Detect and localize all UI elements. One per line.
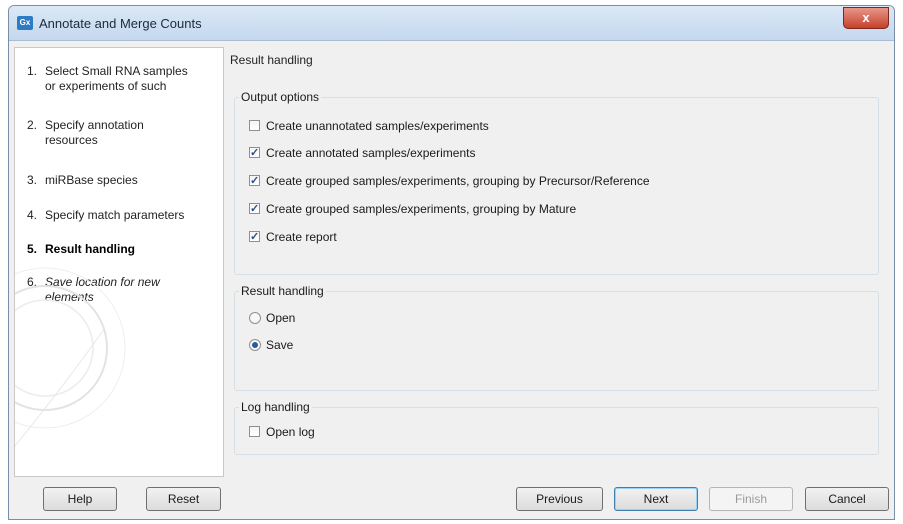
checkbox[interactable] bbox=[249, 145, 260, 161]
close-button[interactable]: x bbox=[843, 7, 889, 29]
previous-button[interactable]: Previous bbox=[516, 487, 603, 511]
step-number: 1. bbox=[27, 64, 38, 78]
group-title: Result handling bbox=[239, 284, 326, 298]
step-number: 5. bbox=[27, 242, 38, 256]
step-label: Select Small RNA samples or experiments … bbox=[45, 64, 188, 93]
wizard-steps-panel: 1. Select Small RNA samples or experimen… bbox=[14, 47, 224, 477]
page-title: Result handling bbox=[230, 53, 313, 67]
step-label: Result handling bbox=[45, 242, 135, 256]
checkbox[interactable] bbox=[249, 229, 260, 245]
title-bar[interactable]: Gx Annotate and Merge Counts x bbox=[9, 6, 894, 41]
checkbox[interactable] bbox=[249, 120, 260, 131]
checkbox[interactable] bbox=[249, 201, 260, 217]
option-label: Save bbox=[266, 338, 294, 352]
option-label: Open bbox=[266, 311, 296, 325]
group-title: Output options bbox=[239, 90, 322, 104]
option-label: Create grouped samples/experiments, grou… bbox=[266, 174, 650, 188]
radio-button[interactable] bbox=[249, 339, 261, 351]
checkbox[interactable] bbox=[249, 426, 260, 437]
step-label: Specify annotation resources bbox=[45, 118, 144, 147]
step-label: Specify match parameters bbox=[45, 208, 185, 222]
next-button[interactable]: Next bbox=[614, 487, 698, 511]
result-handling-group: Result handling Open Save bbox=[234, 284, 879, 391]
log-handling-group: Log handling Open log bbox=[234, 400, 879, 455]
step-number: 2. bbox=[27, 118, 38, 132]
option-label: Create annotated samples/experiments bbox=[266, 146, 476, 160]
window-title: Annotate and Merge Counts bbox=[39, 16, 202, 31]
step-number: 4. bbox=[27, 208, 38, 222]
checkbox[interactable] bbox=[249, 173, 260, 189]
dialog-window: Gx Annotate and Merge Counts x 1. Select… bbox=[8, 5, 895, 520]
finish-button[interactable]: Finish bbox=[709, 487, 793, 511]
option-label: Create unannotated samples/experiments bbox=[266, 119, 489, 133]
option-label: Create grouped samples/experiments, grou… bbox=[266, 202, 577, 216]
button-bar: Help Reset Previous Next Finish Cancel bbox=[9, 482, 894, 519]
step-label: miRBase species bbox=[45, 173, 138, 187]
group-title: Log handling bbox=[239, 400, 312, 414]
help-button[interactable]: Help bbox=[43, 487, 117, 511]
reset-button[interactable]: Reset bbox=[146, 487, 221, 511]
radio-button[interactable] bbox=[249, 312, 261, 324]
cancel-button[interactable]: Cancel bbox=[805, 487, 889, 511]
option-label: Create report bbox=[266, 230, 337, 244]
binary-swirl-watermark bbox=[15, 267, 126, 447]
main-panel: Result handling Output options Create un… bbox=[224, 47, 891, 477]
option-label: Open log bbox=[266, 425, 315, 439]
app-icon: Gx bbox=[17, 16, 33, 30]
step-number: 3. bbox=[27, 173, 38, 187]
output-options-group: Output options Create unannotated sample… bbox=[234, 90, 879, 275]
